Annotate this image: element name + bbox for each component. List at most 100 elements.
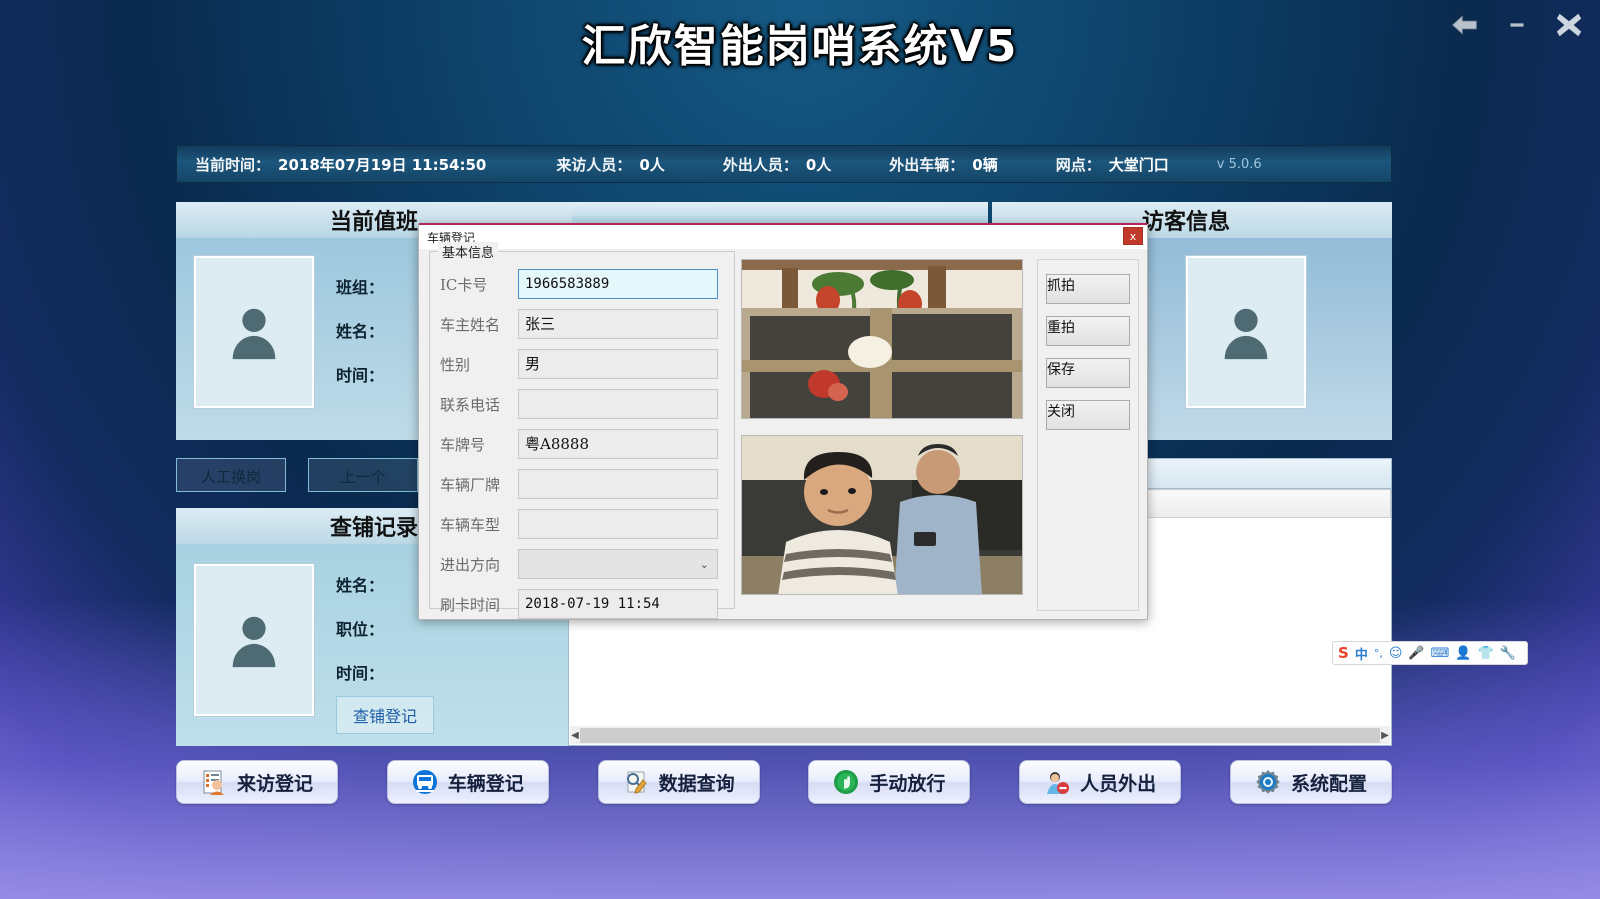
status-outgoing-value: 0人 [805, 155, 832, 174]
dialog-close-button[interactable]: x [1123, 227, 1143, 245]
status-version: v 5.0.6 [1216, 156, 1262, 172]
field-model: 车辆车型 [440, 508, 728, 540]
keyboard-icon[interactable]: ⌨ [1431, 646, 1450, 661]
status-time-value: 2018年07月19日 11:54:50 [278, 155, 487, 174]
close-dialog-button[interactable]: 关闭 [1046, 400, 1130, 430]
status-visitors-label: 来访人员： [556, 155, 632, 174]
system-config-icon [1256, 770, 1280, 794]
duty-field-time: 时间： [336, 366, 385, 385]
close-button[interactable] [1552, 8, 1586, 42]
face-snapshot-image [742, 436, 1022, 594]
data-query-button[interactable]: 数据查询 [597, 760, 760, 804]
chinese-mode-icon[interactable]: 中 [1355, 644, 1368, 663]
close-icon [1556, 13, 1582, 37]
basic-info-group: 基本信息 IC卡号 1966583889 车主姓名 张三 性别 男 联系电话 车… [429, 242, 735, 619]
duty-field-name: 姓名： [336, 322, 385, 341]
field-gender: 性别 男 [440, 348, 728, 380]
data-query-icon [626, 771, 647, 794]
microphone-icon[interactable]: 🎤 [1408, 646, 1424, 661]
field-label-direction: 进出方向 [440, 555, 501, 574]
duty-photo [193, 255, 315, 409]
chevron-down-icon: ⌄ [699, 557, 709, 571]
field-label-model: 车辆车型 [440, 515, 501, 534]
back-button[interactable] [1448, 8, 1482, 42]
visitor-register-icon [203, 770, 224, 795]
skin-icon[interactable]: 👕 [1478, 646, 1494, 661]
status-vehicles-value: 0辆 [972, 155, 998, 174]
scrollbar-thumb[interactable] [580, 727, 1380, 743]
scroll-right-icon[interactable]: ▶ [1380, 726, 1390, 744]
app-title: 汇欣智能岗哨系统V5 [581, 21, 1019, 72]
status-site-label: 网点： [1055, 155, 1101, 174]
input-owner-name[interactable]: 张三 [518, 309, 718, 339]
retake-button[interactable]: 重拍 [1046, 316, 1130, 346]
scene-snapshot [741, 259, 1023, 419]
user-icon[interactable]: 👤 [1455, 646, 1471, 661]
records-horizontal-scrollbar[interactable]: ◀ ▶ [570, 726, 1390, 744]
input-model[interactable] [518, 509, 718, 539]
input-brand[interactable] [518, 469, 718, 499]
capture-button[interactable]: 抓拍 [1046, 274, 1130, 304]
status-vehicles-label: 外出车辆： [889, 155, 965, 174]
dialog-button-column: 抓拍 重拍 保存 关闭 [1037, 259, 1139, 611]
back-arrow-icon [1452, 15, 1477, 35]
ime-toolbar: S 中 °, ☺ 🎤 ⌨ 👤 👕 🔧 [1332, 641, 1528, 665]
title-bar: 汇欣智能岗哨系统V5 [0, 0, 1600, 88]
status-site-value: 大堂门口 [1108, 155, 1169, 174]
vehicle-register-dialog: 车辆登记 x 基本信息 IC卡号 1966583889 车主姓名 张三 性别 男… [418, 223, 1148, 620]
status-vehicles: 外出车辆： 0辆 [889, 154, 997, 175]
input-ic-card[interactable]: 1966583889 [518, 269, 718, 299]
status-site: 网点： 大堂门口 [1056, 154, 1169, 175]
bottom-toolbar: 来访登记 车辆登记 数据查询 手动放行 人员外出 系统配置 [176, 760, 1392, 804]
input-plate[interactable]: 粤A8888 [518, 429, 718, 459]
vehicle-register-button[interactable]: 车辆登记 [386, 760, 549, 804]
window-controls [1448, 8, 1586, 42]
scroll-left-icon[interactable]: ◀ [570, 726, 580, 744]
status-outgoing-label: 外出人员： [722, 155, 798, 174]
field-phone: 联系电话 [440, 388, 728, 420]
system-config-button[interactable]: 系统配置 [1229, 760, 1392, 804]
person-avatar-icon [232, 616, 276, 668]
status-outgoing: 外出人员： 0人 [723, 154, 831, 175]
patrol-field-name: 姓名： [336, 576, 385, 595]
manual-release-button[interactable]: 手动放行 [808, 760, 971, 804]
status-bar: 当前时间： 2018年07月19日 11:54:50 来访人员： 0人 外出人员： 0… [176, 145, 1392, 183]
patrol-field-position: 职位： [336, 620, 385, 639]
snapshot-previews [741, 259, 1031, 611]
patrol-fields: 姓名： 职位： 时间： [336, 572, 384, 704]
field-label-swipe-time: 刷卡时间 [440, 595, 501, 614]
input-gender[interactable]: 男 [518, 349, 718, 379]
visitor-register-label: 来访登记 [236, 772, 313, 795]
status-visitors-value: 0人 [639, 155, 665, 174]
sogou-logo-icon[interactable]: S [1338, 644, 1349, 662]
dialog-titlebar: 车辆登记 [419, 225, 1147, 249]
visitor-register-button[interactable]: 来访登记 [176, 760, 338, 804]
field-label-ic-card: IC卡号 [440, 275, 488, 294]
application-window: 汇欣智能岗哨系统V5 当前时间： 2018年07月19日 11:54:50 来访… [0, 0, 1600, 899]
field-swipe-time: 刷卡时间 2018-07-19 11:54 [440, 588, 728, 620]
punctuation-icon[interactable]: °, [1374, 647, 1383, 660]
field-owner-name: 车主姓名 张三 [440, 308, 728, 340]
patrol-register-button[interactable]: 查铺登记 [336, 696, 435, 734]
emoji-icon[interactable]: ☺ [1389, 646, 1403, 661]
previous-button[interactable]: 上一个 [308, 458, 418, 492]
manual-release-label: 手动放行 [869, 772, 946, 795]
select-direction[interactable]: ⌄ [518, 549, 718, 579]
tools-icon[interactable]: 🔧 [1500, 646, 1516, 661]
field-direction: 进出方向 ⌄ [440, 548, 728, 580]
duty-field-team: 班组： [336, 278, 385, 297]
face-snapshot [741, 435, 1023, 595]
manual-shift-change-button[interactable]: 人工换岗 [176, 458, 286, 492]
vehicle-register-label: 车辆登记 [447, 772, 524, 795]
field-label-gender: 性别 [440, 355, 471, 374]
input-phone[interactable] [518, 389, 718, 419]
person-out-button[interactable]: 人员外出 [1019, 760, 1182, 804]
person-out-icon [1047, 772, 1070, 794]
status-visitors: 来访人员： 0人 [556, 154, 664, 175]
input-swipe-time[interactable]: 2018-07-19 11:54 [518, 589, 718, 619]
vehicle-register-icon [412, 770, 437, 794]
patrol-photo [193, 563, 315, 717]
save-button[interactable]: 保存 [1046, 358, 1130, 388]
data-query-label: 数据查询 [658, 772, 735, 795]
minimize-button[interactable] [1500, 8, 1534, 42]
